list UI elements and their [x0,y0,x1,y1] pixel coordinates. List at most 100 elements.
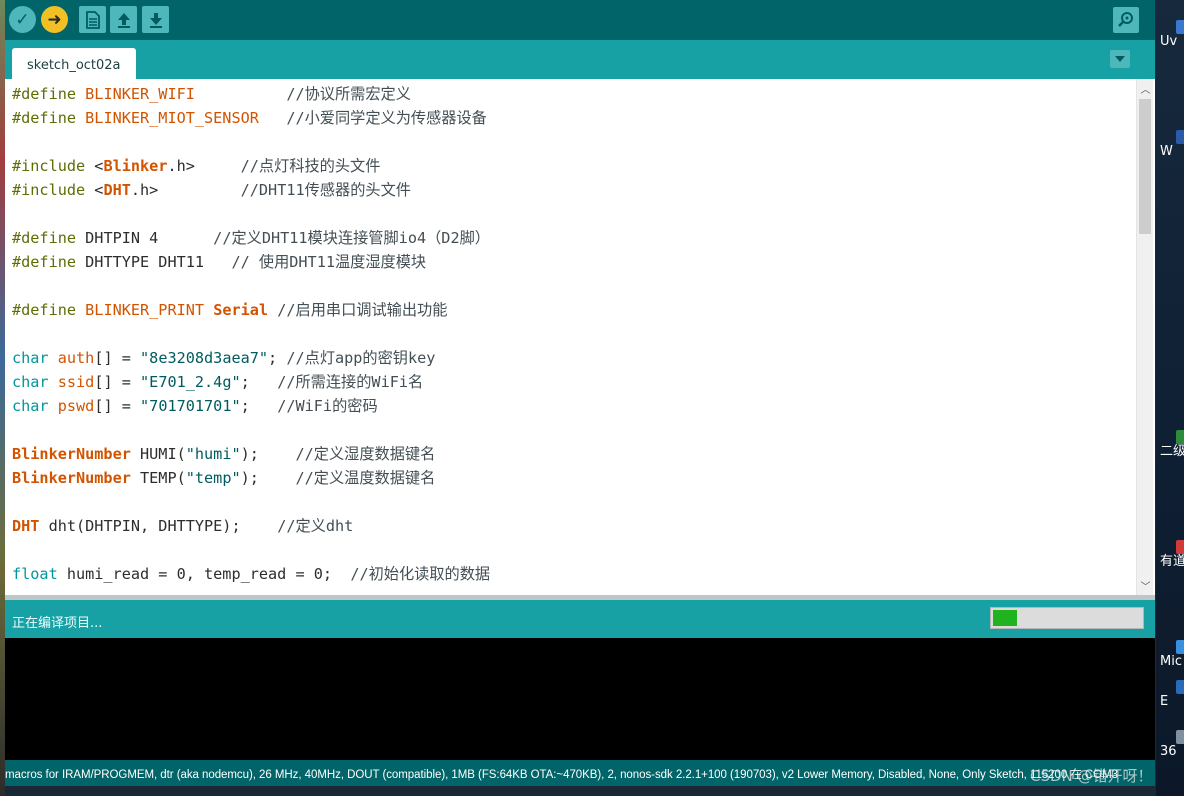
code-token: char [12,349,49,367]
code-token: BlinkerNumber [12,445,131,463]
chevron-down-icon [1115,55,1125,62]
code-line[interactable]: #include <Blinker.h> //点灯科技的头文件 [12,154,490,178]
desktop-shortcut[interactable]: 二级 [1160,430,1184,459]
code-token: float [12,565,58,583]
code-line[interactable] [12,322,490,346]
desktop-shortcut[interactable]: E [1160,680,1184,709]
open-button[interactable] [110,6,137,33]
code-token: [] = [94,349,141,367]
desktop-shortcut[interactable]: 有道 [1160,540,1184,569]
save-button[interactable] [142,6,169,33]
code-token: //WiFi的密码 [277,397,378,415]
code-token: #define [12,253,86,271]
board-info-bar: macros for IRAM/PROGMEM, dtr (aka nodemc… [5,760,1155,786]
scrollbar-thumb[interactable] [1139,99,1151,234]
code-line[interactable]: BlinkerNumber HUMI("humi"); //定义湿度数据键名 [12,442,490,466]
progress-fill [993,610,1017,626]
new-file-icon [85,10,100,29]
tab-menu-button[interactable] [1110,50,1130,68]
code-line[interactable] [12,130,490,154]
code-token: BlinkerNumber [12,469,131,487]
code-token: ); [240,445,296,463]
shortcut-label: 有道 [1160,554,1184,569]
code-line[interactable] [12,274,490,298]
code-line[interactable] [12,202,490,226]
code-line[interactable]: DHT dht(DHTPIN, DHTTYPE); //定义dht [12,514,490,538]
code-token: // 使用DHT11温度湿度模块 [231,253,427,271]
code-line[interactable] [12,490,490,514]
code-text[interactable]: #define BLINKER_WIFI //协议所需宏定义 #define BL… [12,82,490,586]
taskbar-edge [5,786,1155,796]
code-line[interactable]: #define DHTPIN 4 //定义DHT11模块连接管脚io4（D2脚） [12,226,490,250]
code-line[interactable]: char ssid[] = "E701_2.4g"; //所需连接的WiFi名 [12,370,490,394]
code-token: #include [12,181,95,199]
board-info-text: macros for IRAM/PROGMEM, dtr (aka nodemc… [5,769,1118,781]
shortcut-label: Mic [1160,654,1182,669]
code-token: //启用串口调试输出功能 [277,301,448,319]
shortcut-label: 36 [1160,744,1177,759]
code-token: auth [57,349,95,367]
arduino-ide-window: ✓ ➜ sketch_oct02a #define BLINKER_WIFI /… [5,0,1155,796]
scroll-up-arrow-icon[interactable]: ︿ [1137,81,1154,96]
code-token: humi_read = 0, temp_read = 0; [57,565,351,583]
new-button[interactable] [79,6,106,33]
code-token: HUMI( [130,445,186,463]
code-token: "701701701" [140,397,241,415]
code-token: BLINKER_PRINT [85,301,205,319]
code-token: #define [12,229,86,247]
shortcut-icon [1176,20,1184,34]
code-line[interactable]: #define BLINKER_WIFI //协议所需宏定义 [12,82,490,106]
code-line[interactable] [12,418,490,442]
code-token: //定义DHT11模块连接管脚io4（D2脚） [213,229,490,247]
code-token: //小爱同学定义为传感器设备 [286,109,487,127]
check-icon: ✓ [15,9,30,30]
verify-button[interactable]: ✓ [9,6,36,33]
shortcut-label: Uv [1160,34,1178,49]
watermark: CSDN @错开呀！ [1030,767,1153,785]
code-token: "E701_2.4g" [140,373,241,391]
code-token: DHT [103,181,131,199]
code-line[interactable]: BlinkerNumber TEMP("temp"); //定义温度数据键名 [12,466,490,490]
arrow-right-icon: ➜ [47,9,62,30]
code-line[interactable]: char auth[] = "8e3208d3aea7"; //点灯app的密钥… [12,346,490,370]
desktop-shortcut[interactable]: W [1160,130,1184,159]
code-token: pswd [57,397,95,415]
code-editor[interactable]: #define BLINKER_WIFI //协议所需宏定义 #define BL… [5,79,1155,595]
code-line[interactable]: #define DHTTYPE DHT11 // 使用DHT11温度湿度模块 [12,250,490,274]
code-line[interactable] [12,538,490,562]
shortcut-icon [1176,730,1184,744]
code-line[interactable]: float humi_read = 0, temp_read = 0; //初始… [12,562,490,586]
serial-monitor-button[interactable] [1113,7,1139,33]
desktop-shortcut[interactable]: Mic [1160,640,1184,669]
code-line[interactable]: #include <DHT.h> //DHT11传感器的头文件 [12,178,490,202]
code-token: DHT [12,517,40,535]
code-token: char [12,397,49,415]
code-token: //初始化读取的数据 [350,565,491,583]
code-token: [] = [94,373,141,391]
code-token: #include [12,157,95,175]
code-line[interactable]: char pswd[] = "701701701"; //WiFi的密码 [12,394,490,418]
code-token: #define [12,85,86,103]
code-token: //DHT11传感器的头文件 [240,181,411,199]
desktop-shortcut[interactable]: 36 [1160,730,1184,759]
code-line[interactable]: #define BLINKER_MIOT_SENSOR //小爱同学定义为传感器… [12,106,490,130]
code-line[interactable]: #define BLINKER_PRINT Serial //启用串口调试输出功… [12,298,490,322]
shortcut-icon [1176,130,1184,144]
tab-sketch[interactable]: sketch_oct02a [12,48,136,79]
output-console[interactable] [5,638,1155,760]
scroll-down-arrow-icon[interactable]: ﹀ [1137,578,1154,593]
editor-scrollbar[interactable]: ︿ ﹀ [1136,79,1153,595]
code-token: ssid [57,373,95,391]
code-token: //定义dht [277,517,354,535]
code-token: #define [12,109,86,127]
upload-button[interactable]: ➜ [41,6,68,33]
shortcut-icon [1176,540,1184,554]
code-token: //所需连接的WiFi名 [277,373,424,391]
code-token: .h> [130,181,241,199]
arrow-up-icon [117,12,130,28]
desktop-shortcut[interactable]: Uv [1160,20,1184,49]
